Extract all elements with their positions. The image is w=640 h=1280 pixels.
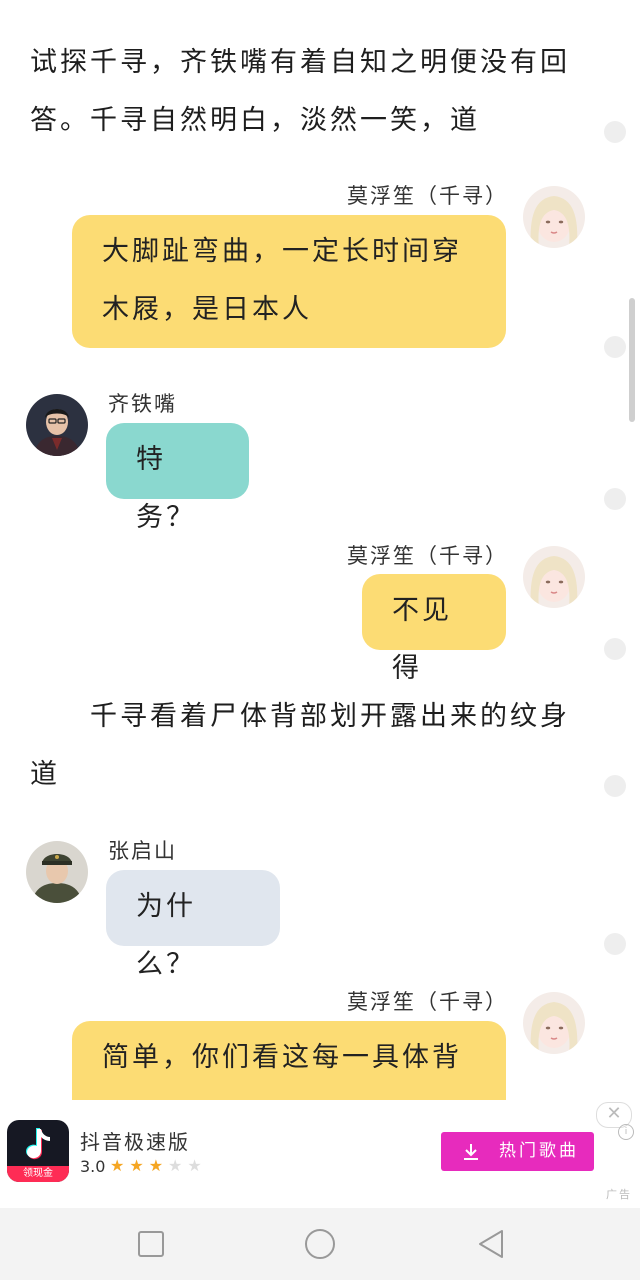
narration-paragraph: 试探千寻，齐铁嘴有着自知之明便没有回答。千寻自然明白，淡然一笑，道: [30, 47, 570, 136]
message-bubble[interactable]: 简单，你们看这每一具体背: [72, 1021, 506, 1100]
download-icon: [464, 1144, 478, 1160]
ad-button-label: 热门歌曲: [499, 1141, 579, 1161]
ad-label: 广告: [606, 1188, 632, 1201]
avatar-qitiezui[interactable]: [26, 394, 88, 456]
scrollbar[interactable]: [629, 298, 635, 422]
star-icon: ★: [168, 1156, 188, 1175]
sender-name: 莫浮笙（千寻）: [347, 184, 508, 208]
system-navigation-bar: [0, 1208, 640, 1280]
sender-name: 莫浮笙（千寻）: [347, 990, 508, 1014]
home-icon[interactable]: [302, 1227, 338, 1261]
star-icon: ★: [187, 1156, 207, 1175]
ad-info-icon[interactable]: i: [618, 1124, 634, 1140]
sender-name: 张启山: [108, 839, 177, 863]
avatar-mofusheng[interactable]: [523, 186, 585, 248]
scroll-dot: [604, 121, 626, 143]
icon-badge: 领现金: [7, 1166, 69, 1182]
ad-download-button[interactable]: 热门歌曲: [441, 1132, 594, 1171]
scroll-dot: [604, 336, 626, 358]
app-icon[interactable]: 领现金: [7, 1120, 69, 1182]
avatar-mofusheng[interactable]: [523, 546, 585, 608]
ad-app-name[interactable]: 抖音极速版: [80, 1126, 190, 1155]
ad-rating: 3.0: [80, 1157, 106, 1176]
ad-banner[interactable]: 领现金 抖音极速版 3.0 ★★★★★ 热门歌曲 ✕ i 广告: [0, 1100, 640, 1208]
sender-name: 齐铁嘴: [108, 392, 177, 416]
message-bubble[interactable]: 不见得: [362, 574, 506, 684]
scroll-dot: [604, 638, 626, 660]
message-bubble[interactable]: 为什么？: [106, 870, 280, 980]
message-bubble[interactable]: 大脚趾弯曲，一定长时间穿木屐，是日本人: [72, 215, 506, 348]
chat-story-content[interactable]: 试探千寻，齐铁嘴有着自知之明便没有回答。千寻自然明白，淡然一笑，道 莫浮笙（千寻…: [0, 0, 640, 1100]
avatar-zhangqishan[interactable]: [26, 841, 88, 903]
recent-apps-icon[interactable]: [136, 1227, 166, 1261]
music-note-icon: [26, 1128, 50, 1160]
rating-stars: ★★★★★: [110, 1156, 207, 1175]
narration-paragraph: 千寻看着尸体背部划开露出来的纹身道: [30, 701, 570, 790]
scroll-dot: [604, 933, 626, 955]
scroll-dot: [604, 775, 626, 797]
star-icon: ★: [129, 1156, 149, 1175]
star-icon: ★: [110, 1156, 130, 1175]
back-icon[interactable]: [474, 1227, 508, 1261]
star-icon: ★: [148, 1156, 169, 1175]
message-bubble[interactable]: 特务？: [106, 423, 249, 533]
scroll-dot: [604, 488, 626, 510]
sender-name: 莫浮笙（千寻）: [347, 544, 508, 568]
avatar-mofusheng[interactable]: [523, 992, 585, 1054]
